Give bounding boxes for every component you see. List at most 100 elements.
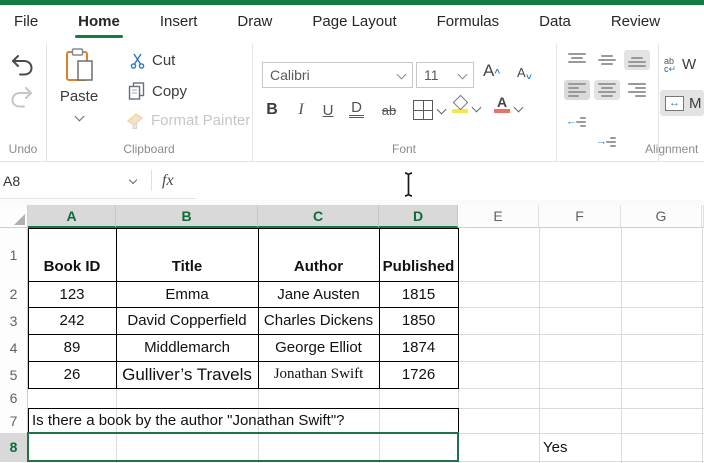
paste-dropdown-icon (74, 111, 84, 122)
column-header-F[interactable]: F (539, 205, 621, 228)
paste-icon (66, 48, 93, 81)
row-header-8[interactable]: 8 (0, 433, 28, 461)
cell-E8[interactable] (458, 433, 539, 461)
cell-G7[interactable] (621, 408, 702, 433)
align-middle-button[interactable] (594, 50, 620, 70)
wrap-text-button[interactable]: ab c↵ W (664, 56, 696, 73)
increase-indent-button[interactable]: → (594, 132, 620, 152)
cut-button[interactable]: Cut (130, 52, 175, 69)
column-header-G[interactable]: G (621, 205, 702, 228)
cell-G2[interactable] (621, 281, 702, 307)
font-name-combo[interactable]: Calibri (262, 62, 413, 88)
table-border (258, 228, 259, 388)
paste-button[interactable]: Paste (56, 48, 102, 127)
italic-button[interactable]: I (294, 100, 308, 120)
cell-E2[interactable] (458, 281, 539, 307)
wrap-text-icon: ab c↵ (664, 55, 677, 74)
copy-button[interactable]: Copy (128, 82, 187, 100)
align-center-button[interactable] (594, 80, 620, 100)
column-header-A[interactable]: A (28, 205, 116, 228)
font-size-combo[interactable]: 11 (416, 62, 474, 88)
align-right-button[interactable] (624, 80, 650, 100)
cell-F8[interactable] (539, 433, 621, 461)
borders-button[interactable] (413, 100, 447, 120)
tab-review[interactable]: Review (611, 5, 660, 38)
cell-E6[interactable] (458, 388, 539, 408)
redo-button[interactable] (10, 86, 34, 113)
column-header-B[interactable]: B (116, 205, 258, 228)
cell-G6[interactable] (621, 388, 702, 408)
cell-F3[interactable] (539, 307, 621, 334)
tab-file[interactable]: File (14, 5, 38, 38)
copy-icon (128, 82, 145, 100)
name-box[interactable]: A8 (0, 162, 148, 199)
tab-data[interactable]: Data (539, 5, 571, 38)
insert-function-button[interactable]: fx (162, 162, 174, 199)
cell-A6[interactable] (28, 388, 116, 408)
font-color-button[interactable]: A (494, 95, 524, 113)
fill-color-icon (452, 94, 468, 113)
align-left-button[interactable] (564, 80, 590, 100)
cell-G5[interactable] (621, 361, 702, 388)
cell-F2[interactable] (539, 281, 621, 307)
column-header-D[interactable]: D (379, 205, 458, 228)
cell-E3[interactable] (458, 307, 539, 334)
borders-icon (413, 100, 433, 120)
cell-G4[interactable] (621, 334, 702, 361)
cut-label: Cut (152, 52, 176, 69)
formula-input[interactable] (196, 162, 704, 199)
column-header-E[interactable]: E (458, 205, 539, 228)
table-border (28, 307, 458, 308)
cell-B6[interactable] (116, 388, 258, 408)
align-bottom-button[interactable] (624, 50, 650, 70)
tab-insert[interactable]: Insert (160, 5, 198, 38)
cell-E4[interactable] (458, 334, 539, 361)
row-header-5[interactable]: 5 (0, 361, 28, 388)
row-header-6[interactable]: 6 (0, 388, 28, 408)
row-header-3[interactable]: 3 (0, 307, 28, 334)
cell-F4[interactable] (539, 334, 621, 361)
strikethrough-button[interactable]: ab (379, 100, 399, 120)
cell-F1[interactable] (539, 228, 621, 281)
cell-E5[interactable] (458, 361, 539, 388)
tab-page-layout[interactable]: Page Layout (312, 5, 396, 38)
cell-E1[interactable] (458, 228, 539, 281)
ribbon-tab-row: File Home Insert Draw Page Layout Formul… (0, 5, 704, 38)
undo-button[interactable] (10, 54, 34, 81)
copy-label: Copy (152, 82, 188, 100)
cell-D6[interactable] (379, 388, 458, 408)
format-painter-button[interactable]: Format Painter (126, 112, 250, 129)
active-cell-selection[interactable] (27, 432, 459, 462)
cell-F5[interactable] (539, 361, 621, 388)
undo-group-label: Undo (8, 142, 38, 156)
merge-center-button[interactable]: ↔ M (660, 90, 704, 116)
double-underline-button[interactable]: D (349, 100, 364, 118)
column-header-C[interactable]: C (258, 205, 379, 228)
underline-button[interactable]: U (320, 100, 336, 120)
arrow-right-icon: → (596, 135, 607, 148)
cell-G1[interactable] (621, 228, 702, 281)
increase-font-button[interactable]: A^ (483, 61, 500, 81)
decrease-indent-button[interactable]: ← (564, 112, 590, 132)
tab-formulas[interactable]: Formulas (437, 5, 500, 38)
row-header-1[interactable]: 1 (0, 228, 28, 281)
bold-button[interactable]: B (264, 100, 280, 120)
align-top-button[interactable] (564, 50, 590, 70)
cell-E7[interactable] (458, 408, 539, 433)
tab-draw[interactable]: Draw (237, 5, 272, 38)
select-all-corner[interactable] (0, 205, 28, 228)
cell-F6[interactable] (539, 388, 621, 408)
cell-G3[interactable] (621, 307, 702, 334)
decrease-font-button[interactable]: A^ (517, 64, 532, 82)
borders-dropdown-icon (436, 104, 447, 114)
row-header-4[interactable]: 4 (0, 334, 28, 361)
cell-C6[interactable] (258, 388, 379, 408)
cell-F7[interactable] (539, 408, 621, 433)
row-header-7[interactable]: 7 (0, 408, 28, 433)
cell-G8[interactable] (621, 433, 702, 461)
gridline (702, 228, 703, 463)
row-header-2[interactable]: 2 (0, 281, 28, 307)
tab-home[interactable]: Home (75, 5, 123, 38)
fill-color-button[interactable] (452, 94, 482, 113)
fill-color-dropdown-icon (471, 102, 482, 113)
